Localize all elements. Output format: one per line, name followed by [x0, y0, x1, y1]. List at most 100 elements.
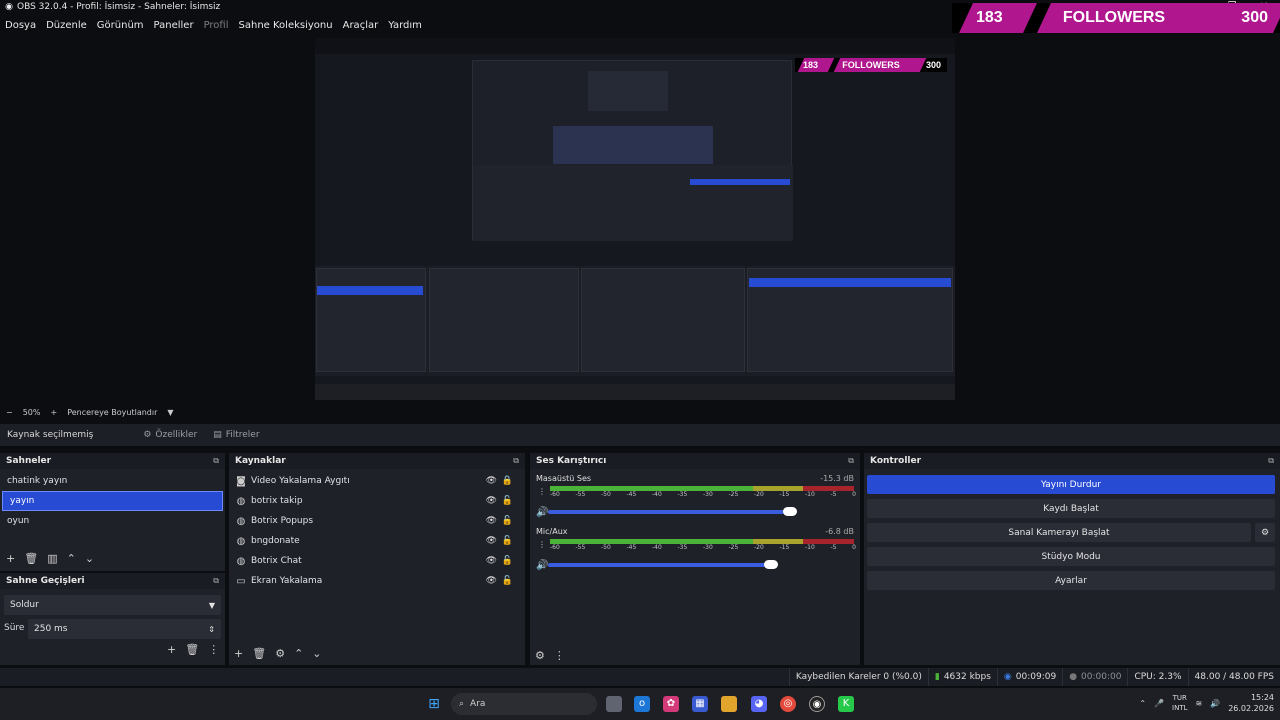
eye-icon[interactable]: 👁 — [486, 516, 497, 526]
eye-icon[interactable]: 👁 — [486, 576, 497, 586]
chevron-down-icon[interactable]: ▼ — [167, 408, 173, 417]
eye-icon[interactable]: 👁 — [486, 556, 497, 566]
outlook-icon[interactable]: o — [634, 696, 650, 712]
source-item[interactable]: ◙ Video Yakalama Aygıtı 👁 🔒 — [229, 471, 525, 491]
studio-mode-button[interactable]: Stüdyo Modu — [867, 547, 1275, 566]
start-virtual-camera-button[interactable]: Sanal Kamerayı Başlat — [867, 523, 1251, 542]
unlock-icon[interactable]: 🔓 — [502, 496, 513, 506]
move-down-icon[interactable]: ⌄ — [312, 647, 321, 660]
store-icon[interactable]: ▦ — [692, 696, 708, 712]
microphone-icon[interactable]: 🎤 — [1154, 699, 1164, 708]
menu-paneller[interactable]: Paneller — [154, 20, 194, 31]
unlock-icon[interactable]: 🔓 — [502, 576, 513, 586]
speaker-icon[interactable]: 🔊 — [536, 560, 548, 571]
browser-icon: ◍ — [236, 495, 246, 507]
trash-icon[interactable]: 🗑 — [24, 552, 38, 565]
folder-icon[interactable] — [721, 696, 737, 712]
move-up-icon[interactable]: ⌃ — [294, 647, 303, 660]
source-item[interactable]: ◍ Botrix Chat 👁 🔓 — [229, 551, 525, 571]
scene-item-selected[interactable]: yayın — [2, 491, 223, 511]
scene-item[interactable]: chatink yayın — [0, 471, 225, 491]
more-options-icon[interactable]: ⋮ — [208, 643, 219, 656]
taskbar-search[interactable]: ⌕ Ara — [451, 693, 597, 715]
undock-icon[interactable]: ⧉ — [1268, 456, 1274, 466]
chevron-up-icon[interactable]: ⌃ — [1139, 699, 1146, 708]
cpu-usage: CPU: 2.3% — [1127, 668, 1187, 686]
fit-to-window-label[interactable]: Pencereye Boyutlandır — [67, 408, 157, 417]
windows-start-icon[interactable]: ⊞ — [426, 696, 442, 712]
trash-icon[interactable]: 🗑 — [185, 643, 199, 656]
volume-slider[interactable] — [548, 560, 854, 569]
volume-slider[interactable] — [548, 507, 854, 516]
source-item[interactable]: ◍ botrix takip 👁 🔓 — [229, 491, 525, 511]
menu-araclar[interactable]: Araçlar — [343, 20, 379, 31]
trash-icon[interactable]: 🗑 — [252, 647, 266, 660]
lock-icon[interactable]: 🔒 — [502, 476, 513, 486]
unlock-icon[interactable]: 🔓 — [502, 536, 513, 546]
more-options-icon[interactable]: ⋮ — [538, 487, 546, 496]
menu-yardim[interactable]: Yardım — [388, 20, 422, 31]
unlock-icon[interactable]: 🔓 — [502, 556, 513, 566]
gear-icon: ⚙ — [1260, 527, 1270, 538]
unlock-icon[interactable]: 🔓 — [502, 516, 513, 526]
menu-gorunum[interactable]: Görünüm — [97, 20, 144, 31]
preview-zoom-bar: − 50% + Pencereye Boyutlandır ▼ — [0, 405, 1280, 419]
zoom-out-button[interactable]: − — [6, 408, 13, 417]
task-view-icon[interactable] — [606, 696, 622, 712]
menu-dosya[interactable]: Dosya — [5, 20, 36, 31]
eye-icon[interactable]: 👁 — [486, 536, 497, 546]
menu-profil[interactable]: Profil — [204, 20, 229, 31]
menu-sahne-koleksiyonu[interactable]: Sahne Koleksiyonu — [239, 20, 333, 31]
undock-icon[interactable]: ⧉ — [513, 456, 519, 466]
source-item[interactable]: ◍ bngdonate 👁 🔓 — [229, 531, 525, 551]
start-recording-button[interactable]: Kaydı Başlat — [867, 499, 1275, 518]
meter-ticks: -60 -55 -50 -45 -40 -35 -30 -25 -20 -15 -10 -5 0 — [550, 544, 856, 551]
undock-icon[interactable]: ⧉ — [848, 456, 854, 466]
transition-select[interactable]: Soldur ▼ — [4, 595, 221, 615]
discord-icon[interactable]: ◕ — [751, 696, 767, 712]
add-scene-icon[interactable]: + — [6, 552, 15, 565]
more-options-icon[interactable]: ⋮ — [554, 649, 565, 662]
preview-nested-menubar — [315, 38, 955, 54]
preview-canvas[interactable] — [315, 38, 955, 400]
source-name: botrix takip — [251, 496, 303, 506]
advanced-audio-icon[interactable]: ⚙ — [535, 649, 545, 662]
spinner-icon[interactable]: ⇕ — [208, 625, 215, 634]
zoom-in-button[interactable]: + — [50, 408, 57, 417]
duration-input[interactable]: 250 ms ⇕ — [28, 619, 221, 639]
menu-duzenle[interactable]: Düzenle — [46, 20, 87, 31]
add-source-icon[interactable]: + — [234, 647, 243, 660]
move-up-icon[interactable]: ⌃ — [67, 552, 76, 565]
keyboard-layout[interactable]: TUR INTL — [1172, 693, 1187, 713]
clock-time: 15:24 — [1250, 693, 1274, 702]
properties-button[interactable]: ⚙ Özellikler — [143, 430, 197, 440]
stop-streaming-button[interactable]: Yayını Durdur — [867, 475, 1275, 494]
more-options-icon[interactable]: ⋮ — [538, 540, 546, 549]
undock-icon[interactable]: ⧉ — [213, 576, 219, 586]
undock-icon[interactable]: ⧉ — [213, 456, 219, 466]
move-down-icon[interactable]: ⌄ — [85, 552, 94, 565]
scene-item[interactable]: oyun — [0, 511, 225, 531]
scene-filters-icon[interactable]: ▥ — [47, 552, 57, 565]
copilot-icon[interactable]: ✿ — [663, 696, 679, 712]
settings-button[interactable]: Ayarlar — [867, 571, 1275, 590]
wifi-icon[interactable]: ≋ — [1196, 699, 1203, 708]
volume-knob[interactable] — [783, 507, 797, 516]
chrome-icon[interactable]: ◎ — [780, 696, 796, 712]
system-tray: ⌃ 🎤 TUR INTL ≋ 🔊 15:24 26.02.2026 — [1139, 692, 1274, 714]
virtual-camera-settings-button[interactable]: ⚙ — [1255, 523, 1275, 542]
eye-icon[interactable]: 👁 — [486, 476, 497, 486]
source-item[interactable]: ▭ Ekran Yakalama 👁 🔓 — [229, 571, 525, 591]
volume-icon[interactable]: 🔊 — [1210, 699, 1220, 708]
speaker-icon[interactable]: 🔊 — [536, 507, 548, 518]
source-item[interactable]: ◍ Botrix Popups 👁 🔓 — [229, 511, 525, 531]
eye-icon[interactable]: 👁 — [486, 496, 497, 506]
kick-icon[interactable]: K — [838, 696, 854, 712]
add-transition-icon[interactable]: + — [167, 643, 176, 656]
obs-taskbar-icon[interactable]: ◉ — [809, 696, 825, 712]
clock[interactable]: 15:24 26.02.2026 — [1228, 692, 1274, 714]
volume-knob[interactable] — [764, 560, 778, 569]
nested-followers-ticker: 183 FOLLOWERS 300 — [795, 58, 947, 72]
filters-button[interactable]: ▤ Filtreler — [213, 430, 259, 440]
gear-icon[interactable]: ⚙ — [275, 647, 285, 660]
